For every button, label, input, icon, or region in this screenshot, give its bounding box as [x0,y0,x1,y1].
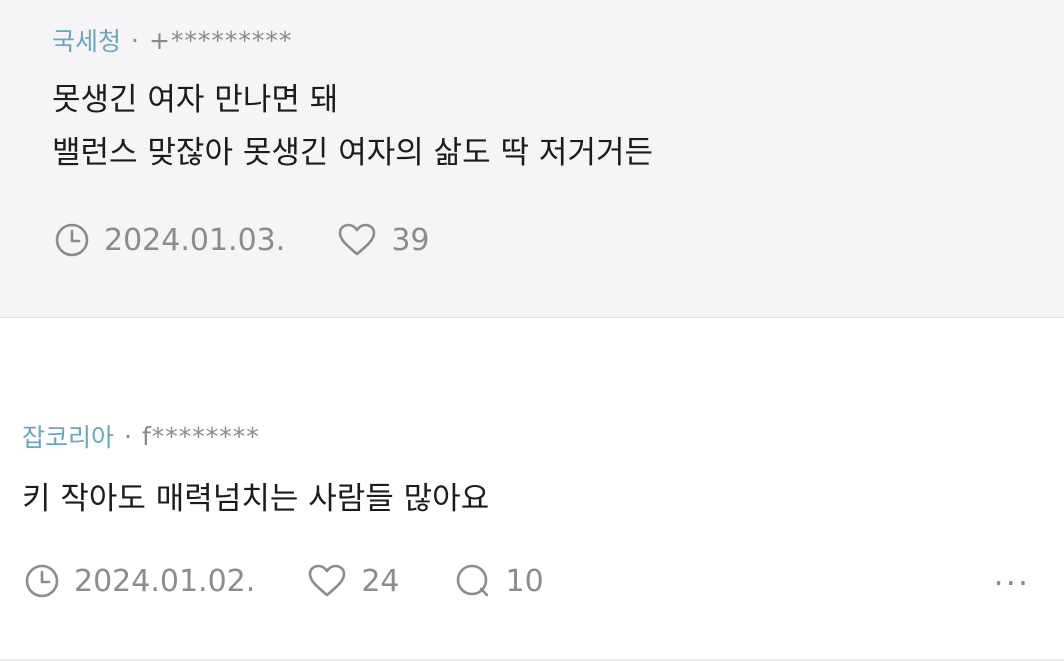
heart-icon[interactable] [337,222,377,258]
comment-footer: 2024.01.03. 39 [54,222,430,258]
comment-bubble-icon[interactable] [454,562,492,600]
company-name-link[interactable]: 국세청 [52,22,121,58]
comment-meta: 국세청 · +********* [52,22,292,58]
more-dots-icon[interactable]: ··· [993,564,1030,602]
company-name-link[interactable]: 잡코리아 [22,418,114,454]
masked-username: f******** [141,421,260,451]
comment-footer: 2024.01.02. 24 10 [24,562,544,600]
comment-body: 키 작아도 매력넘치는 사람들 많아요 [22,473,489,526]
clock-icon [24,563,60,599]
comment-date: 2024.01.03. [104,222,286,258]
comment-meta: 잡코리아 · f******** [22,418,260,454]
separator-dot: · [131,25,139,55]
comment-line: 못생긴 여자 만나면 돼 [52,82,339,118]
comment-line: 밸런스 맞잖아 못생긴 여자의 삶도 딱 저거거든 [52,135,654,171]
comment-body: 못생긴 여자 만나면 돼 밸런스 맞잖아 못생긴 여자의 삶도 딱 저거거든 [52,74,653,180]
like-count: 39 [391,222,430,258]
clock-icon [54,222,90,258]
reply-count: 10 [505,563,544,599]
main-comment: 잡코리아 · f******** 키 작아도 매력넘치는 사람들 많아요 202… [0,318,1064,661]
comment-date: 2024.01.02. [74,563,256,599]
masked-username: +********* [148,25,293,55]
like-count: 24 [361,563,400,599]
separator-dot: · [124,421,132,451]
comment-line: 키 작아도 매력넘치는 사람들 많아요 [22,481,490,517]
reply-comment: 국세청 · +********* 못생긴 여자 만나면 돼 밸런스 맞잖아 못생… [0,0,1064,318]
heart-icon[interactable] [307,563,347,599]
